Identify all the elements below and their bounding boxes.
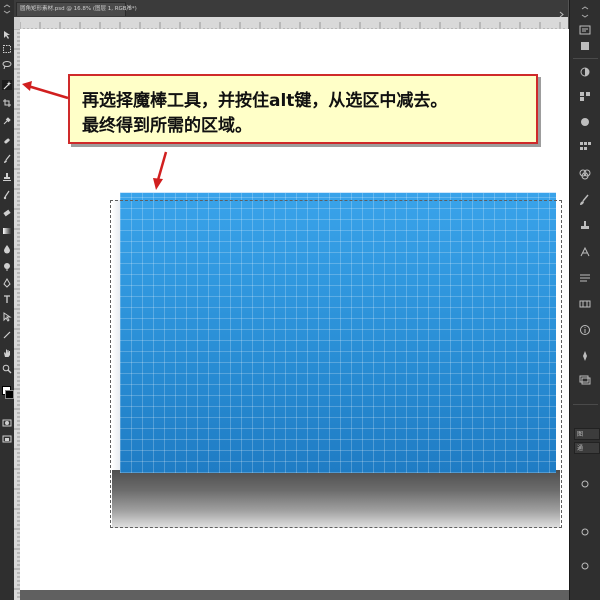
hand-icon[interactable] [2, 348, 12, 358]
paragraph-icon[interactable] [578, 272, 592, 284]
type-icon[interactable] [2, 294, 12, 304]
pointer-arrow-to-selection [153, 151, 168, 190]
brush-icon[interactable] [2, 154, 12, 164]
timeline-icon[interactable] [578, 298, 592, 310]
selection-marquee [110, 200, 562, 528]
adjustments-icon[interactable] [578, 66, 592, 78]
info-icon[interactable] [578, 324, 592, 336]
character-icon[interactable] [578, 246, 592, 258]
dodge-icon[interactable] [2, 262, 12, 272]
eyedropper-icon[interactable] [2, 116, 12, 126]
healing-icon[interactable] [2, 136, 12, 146]
tools-panel [0, 0, 15, 600]
lasso-icon[interactable] [2, 60, 12, 70]
path-select-icon[interactable] [2, 312, 12, 322]
panel-divider [573, 58, 598, 59]
navigator-icon[interactable] [578, 350, 592, 362]
zoom-icon[interactable] [2, 364, 12, 374]
panel-tab-label: 图 [577, 431, 584, 438]
marquee-icon[interactable] [2, 44, 12, 54]
quick-mask-icon[interactable] [2, 418, 12, 428]
pointer-arrow-to-toolbar [22, 81, 69, 100]
move-icon[interactable] [2, 30, 12, 40]
crop-icon[interactable] [2, 98, 12, 108]
channels-icon[interactable] [578, 168, 592, 180]
right-panel-dock: 图 通 [569, 0, 600, 600]
callout-line-2: 最终得到所需的区域。 [82, 116, 252, 136]
clone-source-icon[interactable] [578, 220, 592, 232]
shape-icon[interactable] [2, 330, 12, 340]
history-brush-icon[interactable] [2, 190, 12, 200]
brush-presets-icon[interactable] [578, 194, 592, 206]
styles-icon[interactable] [578, 90, 592, 102]
pasteboard [20, 590, 569, 600]
panel-options-icon[interactable] [578, 526, 592, 538]
panel-tab-layers[interactable]: 图 [574, 428, 600, 440]
document-tab[interactable]: 圆角矩形素材.psd @ 16.8% (图层 1, RGB/8*) [16, 2, 137, 16]
collapse-arrows-icon[interactable] [578, 6, 592, 18]
panel-tab-label: 通 [577, 445, 584, 452]
history-icon[interactable] [578, 24, 592, 36]
callout-line-1: 再选择魔棒工具，并按住alt键，从选区中减去。 [82, 91, 448, 111]
document-tab-bar: 圆角矩形素材.psd @ 16.8% (图层 1, RGB/8*) × [14, 0, 568, 18]
eraser-icon[interactable] [2, 208, 12, 218]
color-icon[interactable] [578, 116, 592, 128]
properties-icon[interactable] [578, 40, 592, 52]
panel-tab-channels[interactable]: 通 [574, 442, 600, 454]
close-tab-icon[interactable]: × [126, 3, 132, 11]
panel-divider [573, 404, 598, 405]
panel-options-icon[interactable] [578, 478, 592, 490]
background-color-swatch[interactable] [5, 390, 14, 399]
pen-icon[interactable] [2, 278, 12, 288]
screen-mode-icon[interactable] [2, 434, 12, 444]
gradient-icon[interactable] [2, 226, 12, 236]
swatches-icon[interactable] [578, 140, 592, 152]
collapse-arrows-icon[interactable] [2, 4, 12, 14]
stamp-icon[interactable] [2, 172, 12, 182]
panel-options-icon[interactable] [578, 560, 592, 572]
blur-icon[interactable] [2, 244, 12, 254]
instruction-callout: 再选择魔棒工具，并按住alt键，从选区中减去。 最终得到所需的区域。 [68, 74, 538, 144]
layer-comps-icon[interactable] [578, 374, 592, 386]
document-tab-title: 圆角矩形素材.psd @ 16.8% (图层 1, RGB/8*) [20, 6, 137, 12]
collapse-panels-icon[interactable] [559, 3, 564, 18]
magic-wand-icon[interactable] [2, 80, 12, 90]
